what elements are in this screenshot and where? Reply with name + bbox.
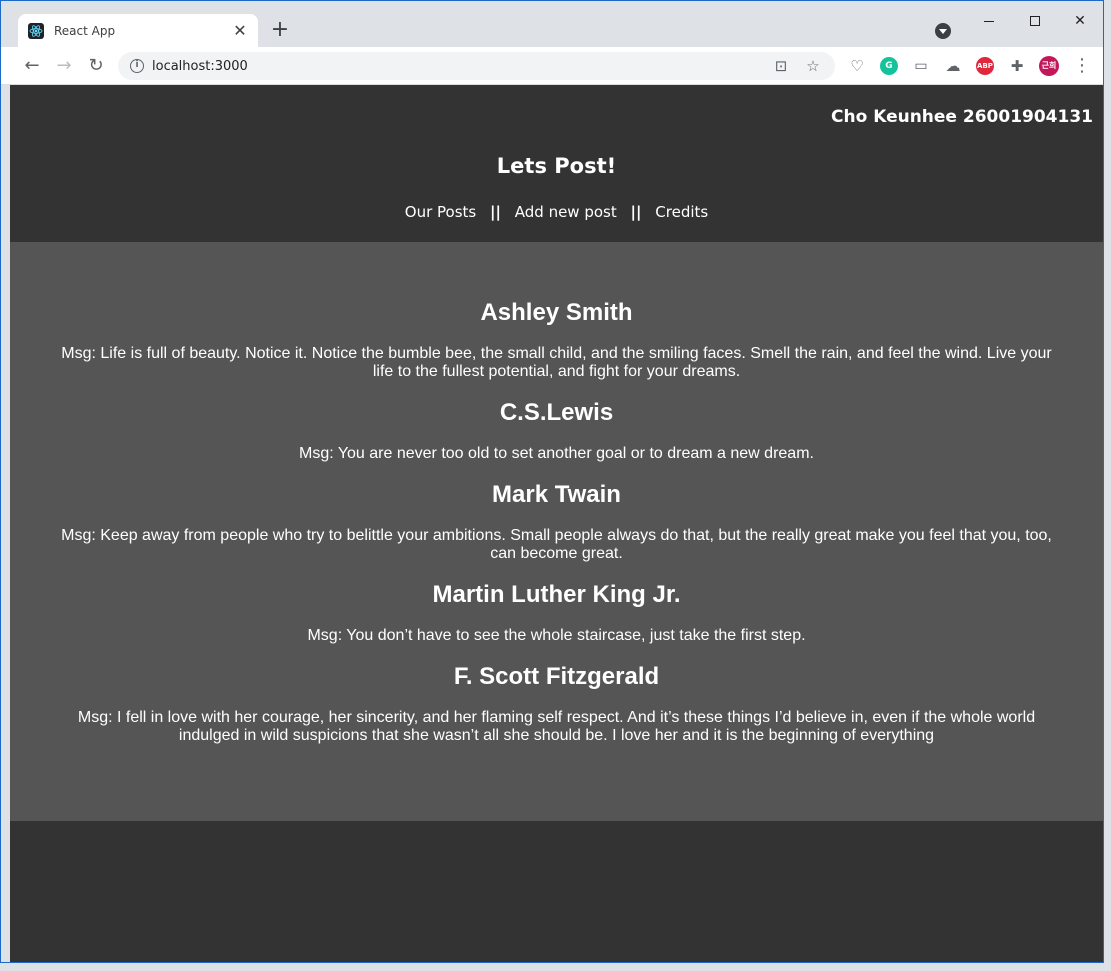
translate-icon[interactable]: ⊡ xyxy=(771,56,791,76)
author-label: Cho Keunhee 26001904131 xyxy=(831,107,1093,127)
post-message: Msg: I fell in love with her courage, he… xyxy=(77,709,1036,744)
menu-kebab-icon[interactable]: ⋮ xyxy=(1070,54,1094,78)
extensions-puzzle-icon[interactable]: ✚ xyxy=(1005,54,1029,78)
post-message: Msg: You don’t have to see the whole sta… xyxy=(307,627,806,644)
cloud-icon[interactable]: ☁ xyxy=(941,54,965,78)
pocket-icon[interactable]: ♡ xyxy=(845,54,869,78)
close-icon: ✕ xyxy=(1074,13,1086,29)
post-author: Martin Luther King Jr. xyxy=(432,581,681,608)
post-item: C.S.Lewis Msg: You are never too old to … xyxy=(10,399,1103,463)
main-nav: Our Posts || Add new post || Credits xyxy=(10,203,1103,221)
grammarly-icon[interactable]: G xyxy=(880,57,898,75)
nav-link-our-posts[interactable]: Our Posts xyxy=(405,203,476,221)
info-icon[interactable]: i xyxy=(130,59,144,73)
nav-link-credits[interactable]: Credits xyxy=(655,203,708,221)
reload-icon[interactable]: ↻ xyxy=(84,54,108,78)
forward-arrow-icon[interactable]: → xyxy=(52,54,76,78)
nav-separator: || xyxy=(630,203,642,221)
bookmark-star-icon[interactable]: ☆ xyxy=(803,56,823,76)
new-tab-icon[interactable]: + xyxy=(268,18,292,42)
post-item: Mark Twain Msg: Keep away from people wh… xyxy=(10,481,1103,563)
close-tab-icon[interactable]: ✕ xyxy=(232,21,248,41)
react-logo-icon xyxy=(28,22,44,39)
tab-strip: React App ✕ + ✕ xyxy=(0,0,1103,47)
url-text[interactable]: localhost:3000 xyxy=(152,59,771,74)
minimize-icon xyxy=(984,20,994,22)
post-message: Msg: You are never too old to set anothe… xyxy=(299,445,814,462)
profile-avatar[interactable]: 근희 xyxy=(1039,56,1059,76)
minimize-button[interactable] xyxy=(966,8,1012,34)
nav-link-add-new-post[interactable]: Add new post xyxy=(515,203,617,221)
post-item: Martin Luther King Jr. Msg: You don’t ha… xyxy=(10,581,1103,645)
back-arrow-icon[interactable]: ← xyxy=(20,54,44,78)
post-message: Msg: Life is full of beauty. Notice it. … xyxy=(61,345,1052,380)
post-message: Msg: Keep away from people who try to be… xyxy=(61,527,1052,562)
page-viewport: Cho Keunhee 26001904131 Lets Post! Our P… xyxy=(10,85,1103,962)
post-author: Ashley Smith xyxy=(480,299,633,326)
tab-title: React App xyxy=(54,23,116,38)
site-header: Cho Keunhee 26001904131 Lets Post! Our P… xyxy=(10,85,1103,242)
cast-icon[interactable]: ▭ xyxy=(909,54,933,78)
adblock-icon[interactable]: ABP xyxy=(976,57,994,75)
nav-separator: || xyxy=(490,203,501,221)
browser-tab[interactable]: React App ✕ xyxy=(18,14,258,47)
posts-list: Ashley Smith Msg: Life is full of beauty… xyxy=(10,242,1103,821)
address-bar[interactable]: i localhost:3000 ⊡ ☆ xyxy=(118,52,835,80)
post-item: Ashley Smith Msg: Life is full of beauty… xyxy=(10,299,1103,381)
post-author: Mark Twain xyxy=(492,481,621,508)
close-window-button[interactable]: ✕ xyxy=(1057,8,1103,34)
browser-window: React App ✕ + ✕ ← → ↻ i localhost:3000 ⊡… xyxy=(0,0,1111,971)
post-author: F. Scott Fitzgerald xyxy=(453,663,660,690)
tab-search-icon[interactable] xyxy=(935,23,951,39)
maximize-button[interactable] xyxy=(1012,8,1058,34)
post-author: C.S.Lewis xyxy=(499,399,614,426)
page-title: Lets Post! xyxy=(496,154,617,178)
post-item: F. Scott Fitzgerald Msg: I fell in love … xyxy=(10,663,1103,745)
browser-toolbar: ← → ↻ i localhost:3000 ⊡ ☆ ♡ G ▭ ☁ ABP ✚… xyxy=(0,47,1103,85)
maximize-icon xyxy=(1030,16,1040,26)
